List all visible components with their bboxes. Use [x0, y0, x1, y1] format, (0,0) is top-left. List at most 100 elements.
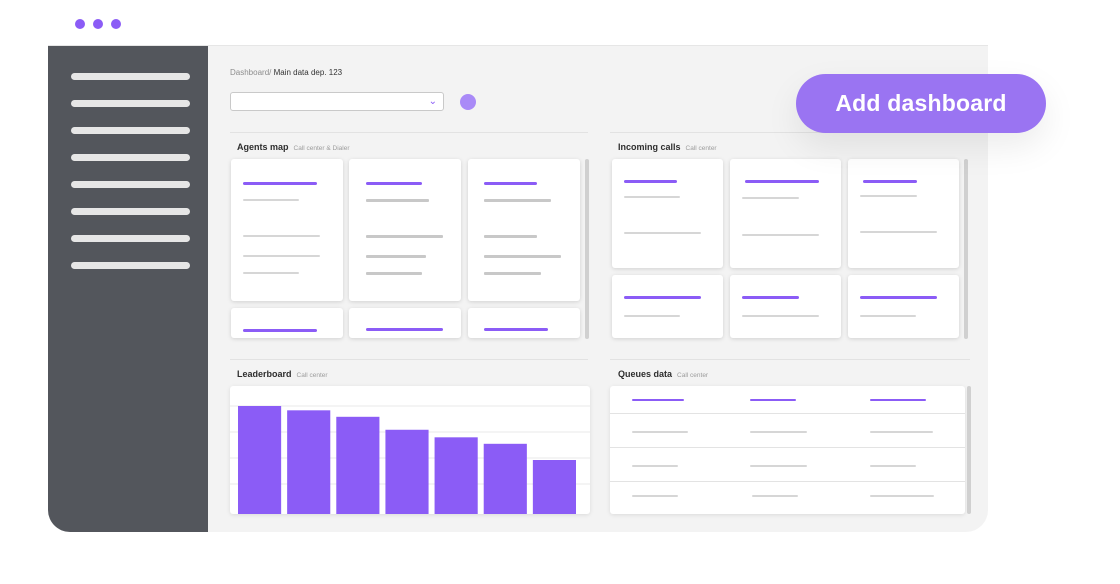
breadcrumb: Dashboard/ Main data dep. 123 — [230, 68, 342, 77]
placeholder-bar — [742, 296, 799, 299]
section-title-leaderboard: Leaderboard Call center — [237, 369, 328, 379]
placeholder-bar — [742, 197, 799, 199]
scrollbar[interactable] — [585, 159, 589, 339]
chart-bar[interactable] — [336, 416, 380, 514]
placeholder-bar — [484, 235, 537, 238]
table-cell — [870, 495, 934, 497]
chevron-down-icon: ⌄ — [428, 96, 437, 107]
sidebar-item-4[interactable] — [71, 154, 190, 161]
leaderboard-chart — [230, 386, 590, 514]
agents-map-title: Agents map — [237, 142, 289, 152]
table-cell — [870, 431, 933, 433]
placeholder-bar — [366, 199, 429, 202]
placeholder-bar — [366, 235, 443, 238]
sidebar-item-8[interactable] — [71, 262, 190, 269]
placeholder-bar — [366, 272, 422, 275]
placeholder-bar — [484, 182, 537, 185]
breadcrumb-current: Main data dep. 123 — [273, 68, 343, 77]
agents-map-tag: Call center & Dialer — [293, 145, 350, 152]
sidebar — [48, 46, 208, 532]
table-header-cell — [750, 399, 796, 401]
chart-bar[interactable] — [434, 437, 478, 514]
chart-bar[interactable] — [238, 406, 282, 514]
agent-card[interactable] — [349, 159, 461, 301]
placeholder-bar — [860, 231, 937, 233]
breadcrumb-root[interactable]: Dashboard/ — [230, 68, 271, 77]
agent-card[interactable] — [231, 308, 343, 338]
call-card[interactable] — [612, 275, 723, 338]
divider — [230, 132, 588, 133]
placeholder-bar — [860, 195, 917, 197]
queues-data-tag: Call center — [677, 372, 709, 379]
placeholder-bar — [243, 199, 299, 201]
placeholder-bar — [860, 315, 916, 317]
incoming-calls-title: Incoming calls — [618, 142, 681, 152]
placeholder-bar — [484, 328, 548, 331]
window-dot-2[interactable] — [93, 19, 103, 29]
placeholder-bar — [860, 296, 937, 299]
divider — [610, 359, 970, 360]
call-card[interactable] — [848, 159, 959, 268]
chart-bar[interactable] — [532, 460, 576, 514]
dashboard-select[interactable]: ⌄ — [230, 92, 444, 111]
placeholder-bar — [863, 180, 917, 183]
section-title-incoming-calls: Incoming calls Call center — [618, 142, 717, 152]
placeholder-bar — [243, 329, 317, 332]
scrollbar[interactable] — [967, 386, 971, 514]
table-cell — [750, 465, 807, 467]
section-title-queues-data: Queues data Call center — [618, 369, 708, 379]
window-dot-1[interactable] — [75, 19, 85, 29]
leaderboard-tag: Call center — [296, 372, 328, 379]
row-divider — [610, 413, 965, 414]
call-card[interactable] — [848, 275, 959, 338]
scrollbar[interactable] — [964, 159, 968, 339]
placeholder-bar — [243, 235, 320, 237]
placeholder-bar — [624, 180, 677, 183]
table-cell — [632, 495, 678, 497]
placeholder-bar — [243, 255, 320, 257]
divider — [230, 359, 588, 360]
stage: Dashboard/ Main data dep. 123 ⌄ Agents m… — [0, 0, 1120, 584]
call-card[interactable] — [730, 159, 841, 268]
sidebar-item-1[interactable] — [71, 73, 190, 80]
call-card[interactable] — [612, 159, 723, 268]
agent-card[interactable] — [349, 308, 461, 338]
placeholder-bar — [484, 255, 561, 258]
placeholder-bar — [624, 315, 680, 317]
call-card[interactable] — [730, 275, 841, 338]
sidebar-item-5[interactable] — [71, 181, 190, 188]
chart-bar[interactable] — [385, 429, 429, 514]
table-header-cell — [870, 399, 926, 401]
chart-bar[interactable] — [287, 410, 331, 514]
agent-card[interactable] — [468, 308, 580, 338]
queues-data-title: Queues data — [618, 369, 673, 379]
placeholder-bar — [243, 182, 317, 185]
add-dashboard-button[interactable]: Add dashboard — [796, 74, 1046, 133]
table-cell — [750, 431, 807, 433]
placeholder-bar — [366, 328, 443, 331]
placeholder-bar — [366, 255, 426, 258]
window-dot-3[interactable] — [111, 19, 121, 29]
table-cell — [752, 495, 798, 497]
chart-bar[interactable] — [483, 443, 527, 514]
sidebar-item-6[interactable] — [71, 208, 190, 215]
sidebar-item-7[interactable] — [71, 235, 190, 242]
placeholder-bar — [745, 180, 819, 183]
sidebar-item-2[interactable] — [71, 100, 190, 107]
window-controls — [75, 19, 121, 29]
agent-card[interactable] — [468, 159, 580, 301]
placeholder-bar — [243, 272, 299, 274]
status-dot[interactable] — [460, 94, 476, 110]
row-divider — [610, 447, 965, 448]
row-divider — [610, 481, 965, 482]
placeholder-bar — [366, 182, 422, 185]
leaderboard-title: Leaderboard — [237, 369, 292, 379]
queues-table — [610, 386, 965, 514]
agent-card[interactable] — [231, 159, 343, 301]
placeholder-bar — [624, 196, 680, 198]
table-header-cell — [632, 399, 684, 401]
placeholder-bar — [742, 315, 819, 317]
leaderboard-chart-svg — [230, 405, 590, 514]
placeholder-bar — [484, 272, 541, 275]
sidebar-item-3[interactable] — [71, 127, 190, 134]
